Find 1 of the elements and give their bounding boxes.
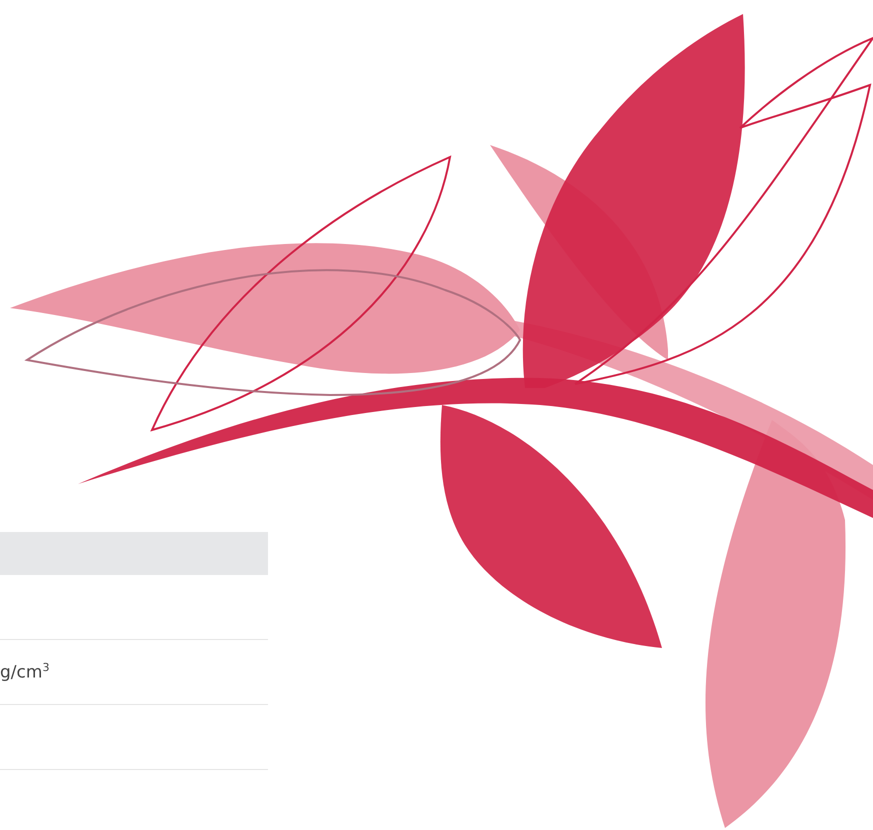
table-cell: g/cm$^{3}$ (0, 661, 50, 683)
